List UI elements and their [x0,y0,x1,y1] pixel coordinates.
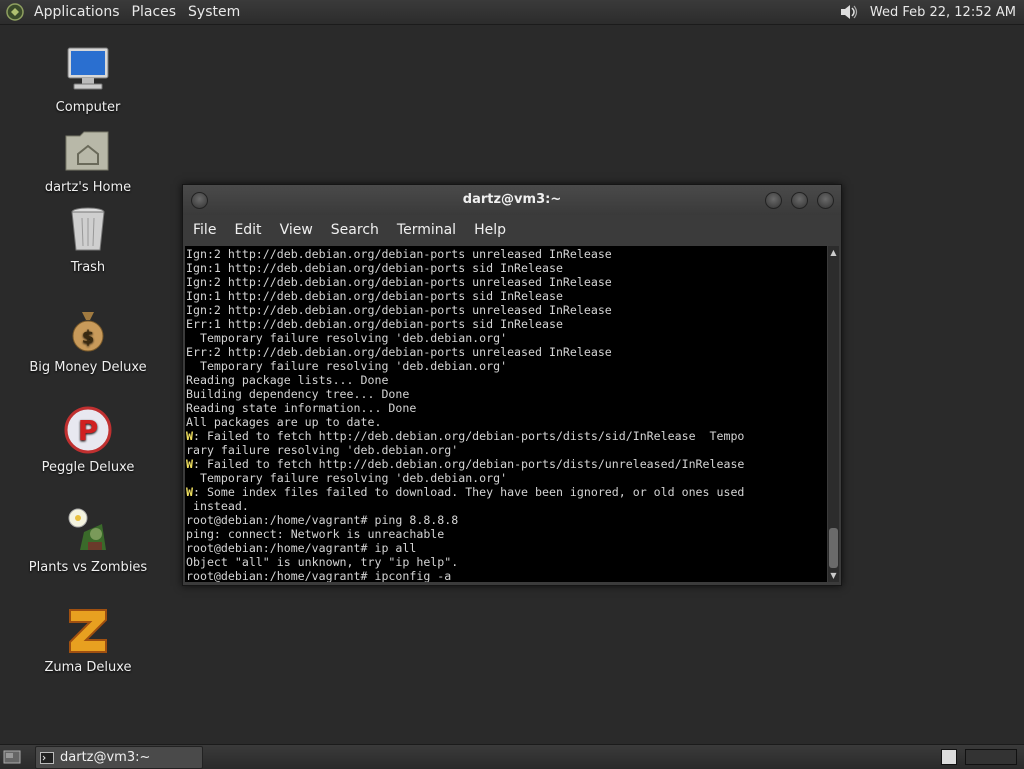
svg-text:P: P [78,414,99,447]
terminal-scrollbar[interactable]: ▲ ▼ [828,246,839,582]
scroll-down-icon[interactable]: ▼ [829,571,838,580]
trash-icon [71,207,105,251]
terminal-text: Ign:2 http://deb.debian.org/debian-ports… [185,246,827,582]
terminal-output[interactable]: Ign:2 http://deb.debian.org/debian-ports… [185,246,827,582]
terminal-line: W: Some index files failed to download. … [186,485,745,499]
terminal-line: Reading package lists... Done [186,373,389,387]
terminal-icon [40,751,54,764]
terminal-line: Object "all" is unknown, try "ip help". [186,555,459,569]
desktop-icon-plants-vs-zombies[interactable]: Plants vs Zombies [23,504,153,575]
menu-system[interactable]: System [182,0,246,24]
menu-edit[interactable]: Edit [226,222,269,238]
terminal-line: rary failure resolving 'deb.debian.org' [186,443,459,457]
terminal-line: Ign:1 http://deb.debian.org/debian-ports… [186,289,563,303]
scrollbar-thumb[interactable] [829,528,838,568]
debian-logo-icon[interactable] [6,3,24,21]
terminal-line: instead. [186,499,249,513]
show-desktop-icon[interactable] [3,749,21,765]
menu-help[interactable]: Help [466,222,514,238]
terminal-menu-bar: File Edit View Search Terminal Help [183,215,841,245]
peggle-icon: P [64,406,112,454]
window-title: dartz@vm3:~ [462,192,562,207]
workspace-1[interactable] [941,749,957,765]
terminal-line: Ign:1 http://deb.debian.org/debian-ports… [186,261,563,275]
clock[interactable]: Wed Feb 22, 12:52 AM [866,5,1020,20]
terminal-line: Err:2 http://deb.debian.org/debian-ports… [186,345,612,359]
terminal-line: ping: connect: Network is unreachable [186,527,445,541]
terminal-line: Err:1 http://deb.debian.org/debian-ports… [186,317,563,331]
taskbar-label: dartz@vm3:~ [60,750,151,765]
desktop-icon-zuma[interactable]: Zuma Deluxe [23,604,153,675]
menu-terminal[interactable]: Terminal [389,222,464,238]
money-bag-icon: $ [72,312,104,352]
volume-icon[interactable] [838,2,860,22]
terminal-window[interactable]: dartz@vm3:~ File Edit View Search Termin… [182,184,842,586]
menu-applications[interactable]: Applications [28,0,126,24]
desktop-icon-computer[interactable]: Computer [23,44,153,115]
warning-prefix: W [186,485,193,499]
terminal-line: Ign:2 http://deb.debian.org/debian-ports… [186,275,612,289]
terminal-line: root@debian:/home/vagrant# ping 8.8.8.8 [186,513,459,527]
terminal-line: Ign:2 http://deb.debian.org/debian-ports… [186,247,612,261]
bottom-panel: dartz@vm3:~ [0,744,1024,769]
terminal-line: W: Failed to fetch http://deb.debian.org… [186,429,745,443]
terminal-line: Ign:2 http://deb.debian.org/debian-ports… [186,303,612,317]
window-title-bar[interactable]: dartz@vm3:~ [183,185,841,215]
taskbar-terminal-button[interactable]: dartz@vm3:~ [35,746,203,769]
menu-search[interactable]: Search [323,222,387,238]
terminal-line: Temporary failure resolving 'deb.debian.… [186,359,508,373]
computer-icon [67,47,109,90]
terminal-line: root@debian:/home/vagrant# ipconfig -a [186,569,452,582]
top-panel: Applications Places System Wed Feb 22, 1… [0,0,1024,25]
terminal-line: Building dependency tree... Done [186,387,410,401]
warning-prefix: W [186,457,193,471]
workspace-switcher[interactable] [965,749,1017,765]
maximize-button[interactable] [791,192,808,209]
desktop-icon-big-money[interactable]: $ Big Money Deluxe [23,304,153,375]
svg-text:$: $ [82,327,95,348]
desktop-icon-trash[interactable]: Trash [23,204,153,275]
zuma-icon [69,609,107,653]
home-folder-icon [65,131,109,171]
window-menu-icon[interactable] [191,192,208,209]
terminal-line: Temporary failure resolving 'deb.debian.… [186,471,508,485]
scroll-up-icon[interactable]: ▲ [829,248,838,257]
desktop-icon-home[interactable]: dartz's Home [23,124,153,195]
menu-places[interactable]: Places [126,0,183,24]
menu-file[interactable]: File [185,222,224,238]
terminal-line: All packages are up to date. [186,415,382,429]
terminal-line: Reading state information... Done [186,401,417,415]
desktop-icon-peggle[interactable]: P Peggle Deluxe [23,404,153,475]
plants-vs-zombies-icon [68,508,106,550]
menu-view[interactable]: View [272,222,321,238]
minimize-button[interactable] [765,192,782,209]
close-button[interactable] [817,192,834,209]
terminal-line: W: Failed to fetch http://deb.debian.org… [186,457,745,471]
warning-prefix: W [186,429,193,443]
terminal-line: root@debian:/home/vagrant# ip all [186,541,417,555]
terminal-line: Temporary failure resolving 'deb.debian.… [186,331,508,345]
